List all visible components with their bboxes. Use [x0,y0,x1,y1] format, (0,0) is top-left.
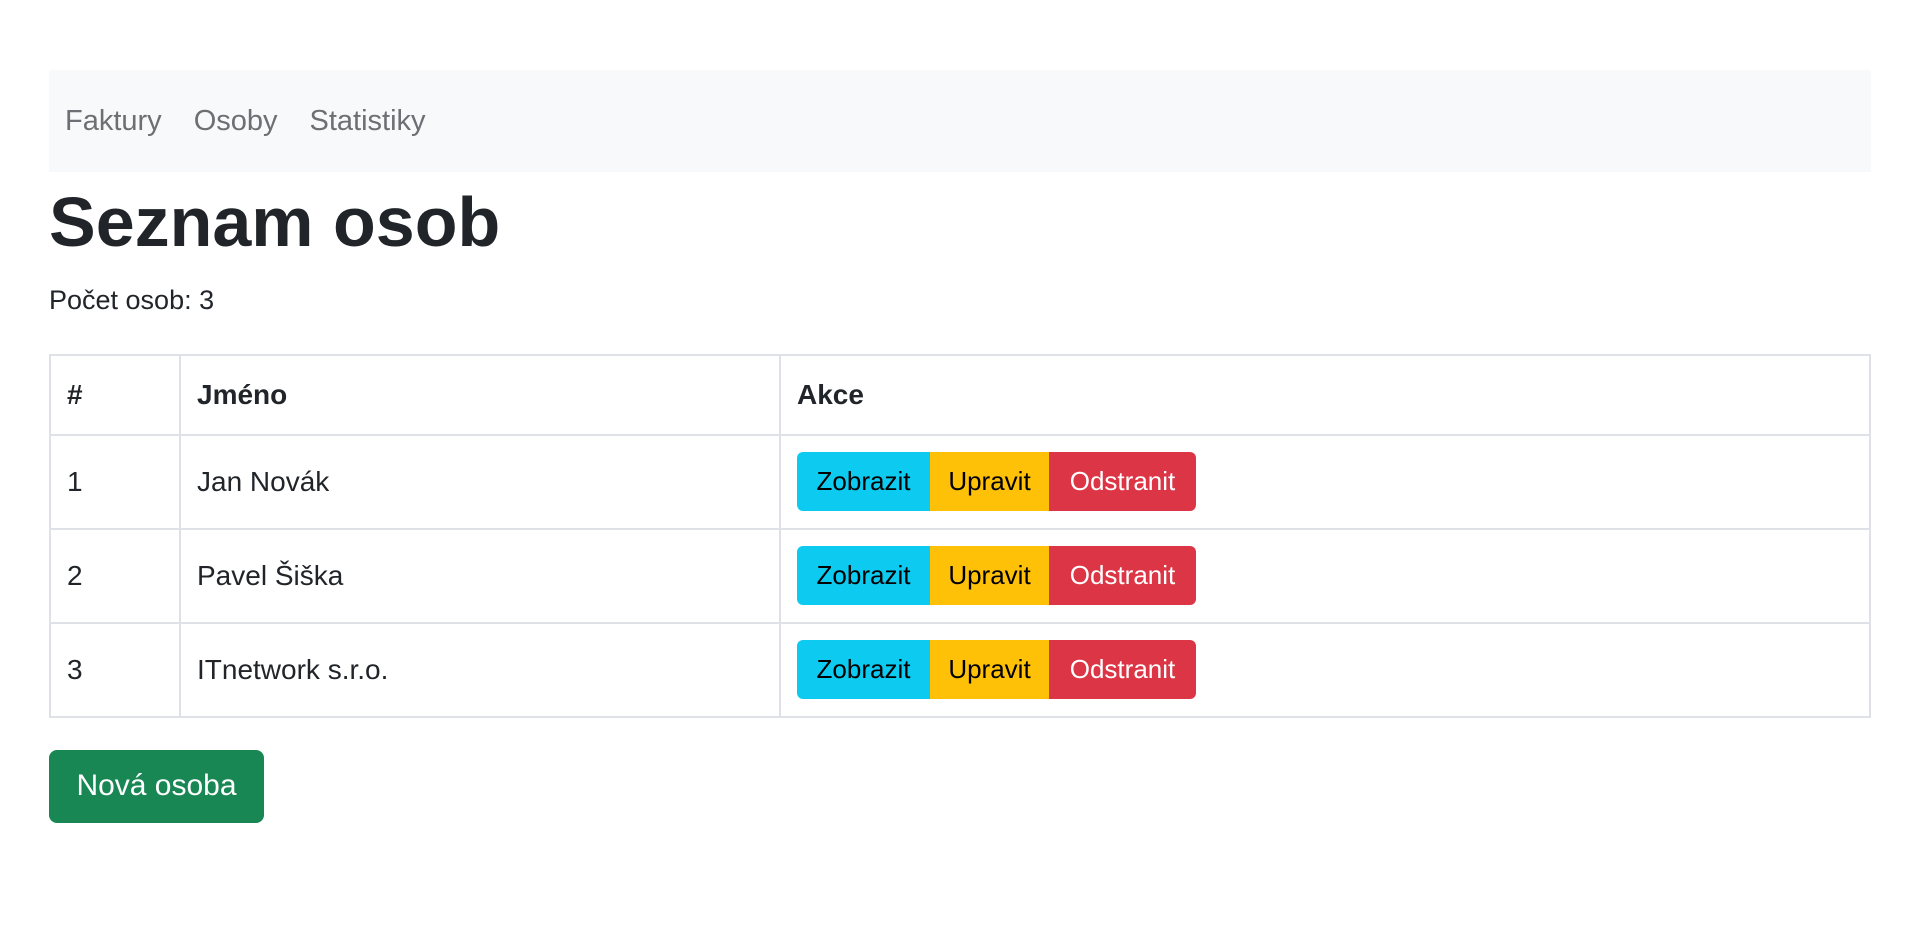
action-button-group: Zobrazit Upravit Odstranit [797,452,1196,511]
row-actions: Zobrazit Upravit Odstranit [779,433,1871,530]
action-button-group: Zobrazit Upravit Odstranit [797,546,1196,605]
nav-link-statistiky[interactable]: Statistiky [310,105,426,138]
row-actions: Zobrazit Upravit Odstranit [779,621,1871,718]
table-row: 1 Jan Novák Zobrazit Upravit Odstranit [49,433,1871,530]
row-name: ITnetwork s.r.o. [179,621,781,718]
column-header-actions: Akce [779,353,1871,436]
delete-button[interactable]: Odstranit [1049,546,1196,605]
row-actions: Zobrazit Upravit Odstranit [779,527,1871,624]
nav-link-osoby[interactable]: Osoby [194,105,278,138]
edit-button[interactable]: Upravit [930,452,1049,511]
view-button[interactable]: Zobrazit [797,546,930,605]
row-number: 1 [49,433,181,530]
action-button-group: Zobrazit Upravit Odstranit [797,640,1196,699]
navbar: Faktury Osoby Statistiky [49,70,1871,172]
person-count: Počet osob: 3 [49,284,215,315]
persons-table: # Jméno Akce 1 Jan Novák Zobrazit Upravi… [49,353,1871,718]
column-header-name: Jméno [179,353,781,436]
edit-button[interactable]: Upravit [930,640,1049,699]
delete-button[interactable]: Odstranit [1049,452,1196,511]
view-button[interactable]: Zobrazit [797,640,930,699]
table-row: 3 ITnetwork s.r.o. Zobrazit Upravit Odst… [49,621,1871,718]
row-name: Jan Novák [179,433,781,530]
row-number: 3 [49,621,181,718]
view-button[interactable]: Zobrazit [797,452,930,511]
page-title: Seznam osob [49,183,501,261]
nav-link-faktury[interactable]: Faktury [65,105,162,138]
edit-button[interactable]: Upravit [930,546,1049,605]
table-header-row: # Jméno Akce [49,353,1871,436]
row-name: Pavel Šiška [179,527,781,624]
delete-button[interactable]: Odstranit [1049,640,1196,699]
row-number: 2 [49,527,181,624]
main-container: Faktury Osoby Statistiky Seznam osob Poč… [49,70,1871,823]
column-header-number: # [49,353,181,436]
table-row: 2 Pavel Šiška Zobrazit Upravit Odstranit [49,527,1871,624]
new-person-button[interactable]: Nová osoba [49,749,264,823]
